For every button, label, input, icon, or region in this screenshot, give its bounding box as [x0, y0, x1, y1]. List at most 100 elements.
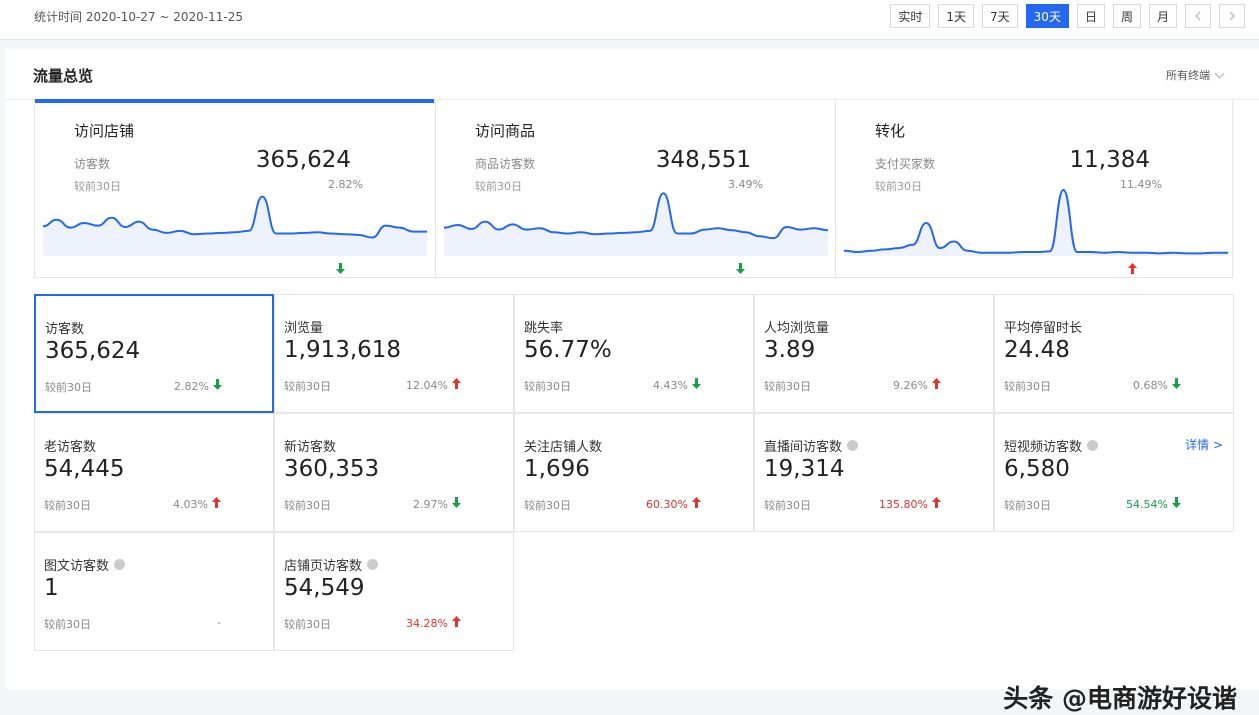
metric-cell-avg-stay-duration[interactable]: 平均停留时长 24.48 较前30日 0.68%	[994, 294, 1234, 413]
trend-up-icon	[692, 497, 701, 511]
metric-label: 老访客数	[44, 436, 96, 455]
metric-compare-label: 较前30日	[1004, 380, 1051, 393]
metric-grid: 访客数 365,624 较前30日 2.82% 浏览量 1,913,618 较前30日 12.…	[34, 294, 1234, 654]
next-period-button[interactable]	[1219, 4, 1245, 28]
range-realtime-button[interactable]: 实时	[890, 4, 931, 28]
range-7day-button[interactable]: 7天	[982, 4, 1018, 28]
metric-label: 访客数	[45, 318, 84, 337]
metric-value: 360,353	[284, 456, 380, 482]
metric-change: 0.68%	[1103, 378, 1181, 392]
metric-compare-label: 较前30日	[284, 380, 331, 393]
sparkline-area	[844, 190, 1228, 256]
metric-label-text: 老访客数	[44, 440, 97, 455]
metric-label: 浏览量	[284, 317, 323, 336]
metric-change-value: -	[217, 616, 221, 629]
metric-cell-short-video-visitors[interactable]: 短视频访客数 6,580 较前30日 54.54% 详情 >	[994, 413, 1234, 532]
info-icon[interactable]	[367, 559, 379, 570]
metric-compare-label: 较前30日	[284, 618, 331, 631]
metric-change-value: 12.04%	[406, 378, 448, 392]
metric-compare-label: 较前30日	[45, 381, 92, 394]
metric-value: 1,913,618	[284, 337, 402, 363]
metric-value: 56.77%	[524, 337, 612, 363]
info-icon[interactable]	[847, 440, 859, 451]
trend-up-icon	[452, 378, 461, 392]
metric-label: 新访客数	[284, 436, 336, 455]
metric-change-value: 2.97%	[413, 497, 448, 511]
metric-compare-label: 较前30日	[44, 618, 91, 631]
card-sparkline	[844, 188, 1228, 256]
metric-change: 135.80%	[863, 497, 941, 511]
card-sparkline	[43, 195, 427, 256]
range-week-button[interactable]: 周	[1112, 4, 1141, 28]
sparkline-area	[43, 196, 427, 256]
metric-label-text: 访客数	[45, 322, 85, 337]
metric-value: 54,549	[284, 575, 365, 601]
metric-change-value: 34.28%	[406, 616, 448, 630]
info-icon[interactable]	[114, 559, 126, 570]
card-visit-store[interactable]: 访问店铺 访客数 365,624 较前30日 2.82%	[35, 99, 435, 278]
metric-label: 图文访客数	[44, 555, 126, 574]
metric-change: 60.30%	[623, 497, 701, 511]
metric-cell-store-followers[interactable]: 关注店铺人数 1,696 较前30日 60.30%	[514, 413, 754, 532]
metric-cell-bounce-rate[interactable]: 跳失率 56.77% 较前30日 4.43%	[514, 294, 754, 413]
metric-cell-returning-visitors[interactable]: 老访客数 54,445 较前30日 4.03%	[34, 413, 274, 532]
detail-link[interactable]: 详情 >	[1185, 436, 1223, 453]
metric-compare-label: 较前30日	[524, 380, 571, 393]
card-metric-label: 支付买家数	[875, 157, 936, 171]
metric-value: 19,314	[764, 456, 845, 482]
summary-cards: 访问店铺 访客数 365,624 较前30日 2.82% 访问商品 商品访客数 …	[34, 99, 1233, 278]
range-1day-button[interactable]: 1天	[938, 4, 975, 28]
range-30day-button[interactable]: 30天	[1025, 4, 1069, 28]
trend-up-icon	[212, 497, 221, 511]
metric-label: 店铺页访客数	[284, 555, 379, 574]
metric-value: 3.89	[764, 337, 816, 363]
metric-label-text: 直播间访客数	[764, 440, 843, 455]
previous-period-button[interactable]	[1185, 4, 1211, 28]
metric-value: 1,696	[524, 456, 590, 482]
metric-change-value: 135.80%	[879, 497, 928, 511]
metric-cell-store-page-visitors[interactable]: 店铺页访客数 54,549 较前30日 34.28%	[274, 532, 514, 651]
statistics-period: 统计时间 2020-10-27 ~ 2020-11-25	[34, 10, 243, 24]
metric-label-text: 浏览量	[284, 321, 324, 336]
chevron-left-icon	[1195, 11, 1201, 21]
metric-cell-avg-pageviews[interactable]: 人均浏览量 3.89 较前30日 9.26%	[754, 294, 994, 413]
metric-label-text: 平均停留时长	[1004, 321, 1083, 336]
range-selector: 实时 1天 7天 30天 日 周 月	[890, 4, 1245, 28]
top-bar: 统计时间 2020-10-27 ~ 2020-11-25 实时 1天 7天 30…	[0, 0, 1259, 40]
trend-down-icon	[452, 497, 461, 511]
metric-label: 平均停留时长	[1004, 317, 1082, 336]
trend-down-icon	[1172, 378, 1181, 392]
metric-compare-label: 较前30日	[764, 380, 811, 393]
range-month-button[interactable]: 月	[1148, 4, 1177, 28]
card-metric-value: 348,551	[655, 147, 751, 173]
metric-label-text: 短视频访客数	[1004, 440, 1083, 455]
trend-up-icon	[932, 497, 941, 511]
range-day-button[interactable]: 日	[1076, 4, 1105, 28]
metric-cell-article-visitors[interactable]: 图文访客数 1 较前30日 -	[34, 532, 274, 651]
traffic-overview-panel: 流量总览 所有终端 访问店铺 访客数 365,624 较前30日 2.82% 访…	[5, 49, 1259, 713]
card-sparkline	[444, 192, 828, 256]
card-title: 转化	[875, 122, 906, 140]
metric-cell-visitors[interactable]: 访客数 365,624 较前30日 2.82%	[34, 294, 274, 413]
terminal-filter[interactable]: 所有终端	[1166, 67, 1225, 83]
card-metric-value: 11,384	[1069, 147, 1150, 173]
metric-compare-label: 较前30日	[1004, 499, 1051, 512]
info-icon[interactable]	[1087, 440, 1099, 451]
metric-change: 4.43%	[623, 378, 701, 392]
metric-change: -	[143, 616, 221, 629]
card-visit-product[interactable]: 访问商品 商品访客数 348,551 较前30日 3.49%	[435, 99, 835, 278]
card-title: 访问商品	[475, 122, 536, 140]
card-conversion[interactable]: 转化 支付买家数 11,384 较前30日 11.49%	[835, 99, 1234, 278]
metric-cell-new-visitors[interactable]: 新访客数 360,353 较前30日 2.97%	[274, 413, 514, 532]
panel-title: 流量总览	[33, 67, 94, 85]
trend-up-icon	[932, 378, 941, 392]
terminal-filter-label: 所有终端	[1166, 69, 1210, 82]
metric-label-text: 关注店铺人数	[524, 440, 603, 455]
metric-cell-live-room-visitors[interactable]: 直播间访客数 19,314 较前30日 135.80%	[754, 413, 994, 532]
card-metric-label: 商品访客数	[475, 157, 536, 171]
metric-label: 跳失率	[524, 317, 563, 336]
metric-cell-pageviews[interactable]: 浏览量 1,913,618 较前30日 12.04%	[274, 294, 514, 413]
panel-header: 流量总览 所有终端	[5, 49, 1259, 100]
sparkline-line	[844, 188, 1228, 255]
metric-change: 9.26%	[863, 378, 941, 392]
